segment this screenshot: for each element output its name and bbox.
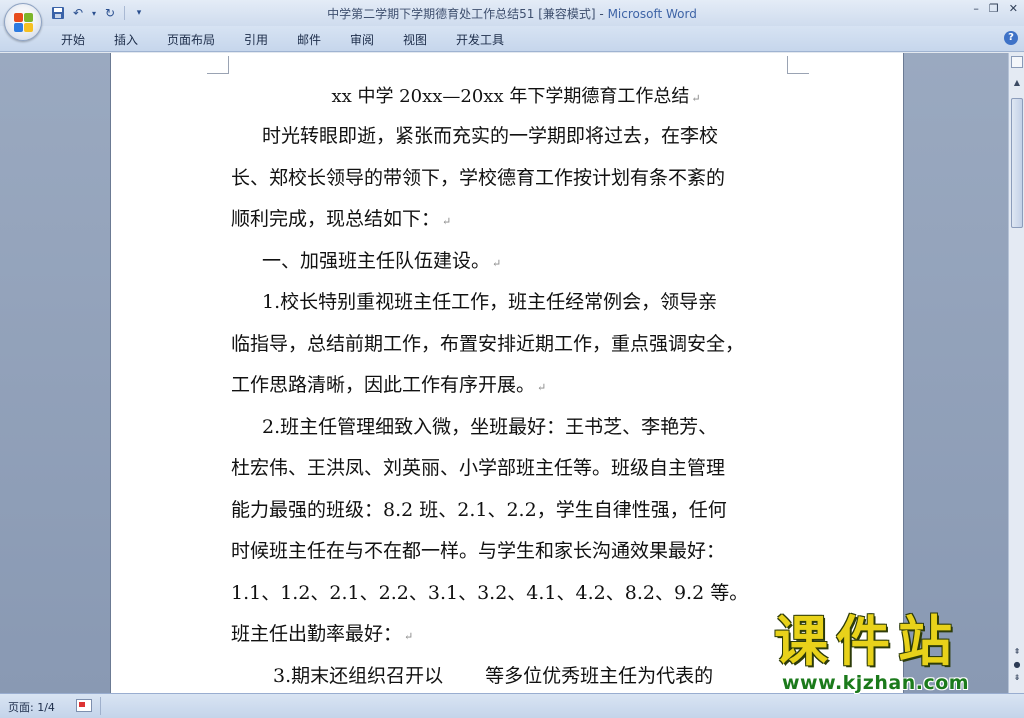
document-page[interactable]: xx 中学 20xx—20xx 年下学期德育工作总结 ↵ 时光转眼即逝，紧张而充实… (110, 53, 904, 693)
watermark-url: www.kjzhan.com (782, 672, 970, 694)
crop-mark-left (207, 56, 229, 74)
tab-mailings[interactable]: 邮件 (297, 31, 321, 48)
document-line: 时光转眼即逝，紧张而充实的一学期即将过去，在李校 (262, 125, 719, 147)
tab-view[interactable]: 视图 (403, 31, 427, 48)
document-line: 临指导，总结前期工作，布置安排近期工作，重点强调安全， (231, 332, 745, 355)
status-bar: 页面: 1/4 (0, 693, 1024, 718)
vertical-scrollbar[interactable]: ▲ ⇞ ● ⇟ (1008, 53, 1024, 693)
office-button[interactable] (4, 3, 42, 41)
document-line: 工作思路清晰，因此工作有序开展。 ↵ (231, 374, 547, 396)
tab-review[interactable]: 审阅 (350, 31, 374, 48)
paragraph-mark: ↵ (404, 630, 414, 643)
document-line: 杜宏伟、王洪凤、刘英丽、小学部班主任等。班级自主管理 (231, 457, 726, 479)
help-icon[interactable]: ? (1004, 31, 1018, 45)
tab-page-layout[interactable]: 页面布局 (167, 31, 215, 48)
proofing-icon[interactable] (76, 699, 92, 712)
document-line: 2.班主任管理细致入微，坐班最好：王书芝、李艳芳、 (262, 415, 718, 438)
tab-developer[interactable]: 开发工具 (456, 31, 504, 48)
document-lines: 时光转眼即逝，紧张而充实的一学期即将过去，在李校长、郑校长领导的带领下，学校德育… (231, 116, 791, 656)
title-bar: ↶ ▾ ↻ ▾ 中学第二学期下学期德育处工作总结51 [兼容模式] - Micr… (0, 0, 1024, 26)
document-line-partial: 3.期末还组织召开以 等多位优秀班主任为代表的 (273, 664, 714, 687)
next-page-icon[interactable]: ⇟ (1012, 673, 1022, 683)
watermark: 课件站 www.kjzhan.com (774, 610, 1006, 695)
document-line: 顺利完成，现总结如下： ↵ (231, 208, 452, 230)
office-logo-icon (14, 13, 34, 33)
paragraph-mark: ↵ (492, 256, 502, 270)
ribbon-tabs: 开始 插入 页面布局 引用 邮件 审阅 视图 开发工具 ? (0, 26, 1024, 52)
window-controls: – ❐ ✕ (973, 2, 1018, 15)
tab-references[interactable]: 引用 (244, 31, 268, 48)
crop-mark-right (787, 56, 809, 74)
document-name: 中学第二学期下学期德育处工作总结51 [兼容模式] (327, 7, 596, 21)
previous-page-icon[interactable]: ⇞ (1012, 647, 1022, 657)
document-line: 1.校长特别重视班主任工作，班主任经常例会，领导亲 (262, 291, 718, 313)
page-count[interactable]: 页面: 1/4 (8, 699, 55, 715)
paragraph-mark: ↵ (537, 381, 547, 394)
status-divider (100, 697, 101, 715)
document-workspace: xx 中学 20xx—20xx 年下学期德育工作总结 ↵ 时光转眼即逝，紧张而充实… (0, 53, 1008, 693)
view-ruler-icon[interactable] (1011, 56, 1023, 68)
paragraph-mark: ↵ (442, 215, 452, 228)
document-line: 一、加强班主任队伍建设。 ↵ (262, 249, 502, 272)
document-line: 长、郑校长领导的带领下，学校德育工作按计划有条不紊的 (231, 166, 726, 189)
document-line: 时候班主任在与不在都一样。与学生和家长沟通效果最好： (231, 540, 726, 562)
select-browse-object-icon[interactable]: ● (1012, 660, 1022, 670)
scroll-up-icon[interactable]: ▲ (1011, 77, 1023, 89)
document-line: 能力最强的班级：8.2 班、2.1、2.2，学生自律性强，任何 (231, 498, 727, 521)
tab-insert[interactable]: 插入 (114, 31, 138, 48)
watermark-brand: 课件站 (774, 610, 960, 673)
scrollbar-thumb[interactable] (1011, 98, 1023, 228)
document-line: 1.1、1.2、2.1、2.2、3.1、3.2、4.1、4.2、8.2、9.2 … (231, 581, 749, 604)
title-separator: - (595, 7, 608, 21)
paragraph-mark: ↵ (691, 92, 701, 105)
close-button[interactable]: ✕ (1009, 2, 1018, 15)
restore-button[interactable]: ❐ (989, 2, 999, 15)
document-title: xx 中学 20xx—20xx 年下学期德育工作总结 ↵ (331, 86, 701, 107)
window-title: 中学第二学期下学期德育处工作总结51 [兼容模式] - Microsoft Wo… (0, 5, 1024, 22)
application-name: Microsoft Word (607, 7, 697, 21)
document-line: 班主任出勤率最好： ↵ (231, 623, 414, 645)
minimize-button[interactable]: – (973, 2, 979, 15)
document-body[interactable]: xx 中学 20xx—20xx 年下学期德育工作总结 ↵ 时光转眼即逝，紧张而充实… (231, 78, 791, 697)
tab-home[interactable]: 开始 (61, 31, 85, 48)
